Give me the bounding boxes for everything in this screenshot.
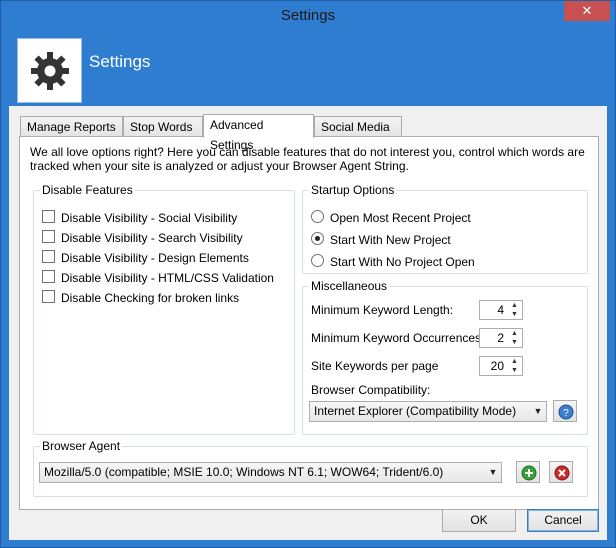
radio-label: Open Most Recent Project	[330, 210, 471, 225]
checkbox-disable-social-visibility[interactable]: Disable Visibility - Social Visibility	[42, 209, 237, 225]
radio-open-most-recent[interactable]: Open Most Recent Project	[311, 209, 471, 225]
site-keywords-per-page-spinner[interactable]: 20 ▲ ▼	[479, 356, 523, 376]
checkbox-label: Disable Visibility - Design Elements	[61, 250, 249, 265]
add-icon	[521, 465, 537, 481]
checkbox-disable-broken-links[interactable]: Disable Checking for broken links	[42, 289, 239, 305]
tab-manage-reports[interactable]: Manage Reports	[20, 116, 123, 136]
checkbox[interactable]	[42, 250, 55, 264]
site-keywords-per-page-label: Site Keywords per page	[311, 359, 439, 373]
browser-agent-legend: Browser Agent	[40, 439, 123, 453]
browser-compat-dropdown[interactable]: Internet Explorer (Compatibility Mode) ▼	[309, 401, 547, 422]
spinner-arrows-icon[interactable]: ▲ ▼	[507, 301, 522, 319]
header-banner: Settings	[9, 32, 607, 106]
min-keyword-occurrences-spinner[interactable]: 2 ▲ ▼	[479, 328, 523, 348]
settings-window: Settings ✕ Settings Manage Reports Stop …	[0, 0, 616, 548]
min-keyword-length-spinner[interactable]: 4 ▲ ▼	[479, 300, 523, 320]
dropdown-value: Mozilla/5.0 (compatible; MSIE 10.0; Wind…	[44, 465, 444, 479]
window-title: Settings	[280, 7, 336, 24]
header-title: Settings	[89, 52, 151, 71]
radio-button[interactable]	[311, 232, 324, 246]
spinner-arrows-icon[interactable]: ▲ ▼	[507, 357, 522, 375]
intro-text: We all love options right? Here you can …	[30, 145, 585, 173]
disable-features-legend: Disable Features	[40, 183, 135, 197]
gear-icon	[31, 52, 69, 90]
startup-options-legend: Startup Options	[309, 183, 397, 197]
radio-label: Start With No Project Open	[330, 254, 475, 269]
startup-options-group: Startup Options Open Most Recent Project…	[302, 183, 588, 274]
checkbox-label: Disable Checking for broken links	[61, 290, 240, 305]
remove-icon	[554, 465, 570, 481]
radio-label: Start With New Project	[330, 232, 451, 247]
spinner-value: 20	[490, 359, 504, 373]
checkbox-label: Disable Visibility - Social Visibility	[61, 210, 238, 225]
radio-start-no-project[interactable]: Start With No Project Open	[311, 253, 475, 269]
advanced-settings-panel: We all love options right? Here you can …	[19, 136, 599, 510]
browser-agent-group: Browser Agent Mozilla/5.0 (compatible; M…	[33, 439, 588, 497]
checkbox-disable-design-elements[interactable]: Disable Visibility - Design Elements	[42, 249, 249, 265]
disable-features-group: Disable Features Disable Visibility - So…	[33, 183, 295, 435]
remove-agent-button[interactable]	[549, 461, 573, 483]
close-button[interactable]: ✕	[564, 1, 610, 21]
tab-advanced-settings[interactable]: Advanced Settings	[203, 114, 314, 152]
chevron-down-icon[interactable]: ▼	[530, 402, 546, 421]
checkbox-label: Disable Visibility - HTML/CSS Validation	[61, 270, 274, 285]
dropdown-value: Internet Explorer (Compatibility Mode)	[314, 404, 517, 418]
radio-button[interactable]	[311, 210, 324, 224]
dialog-body: Manage Reports Stop Words Advanced Setti…	[9, 106, 607, 540]
ok-button[interactable]: OK	[442, 509, 516, 532]
cancel-button[interactable]: Cancel	[527, 509, 599, 532]
tab-stop-words[interactable]: Stop Words	[123, 116, 203, 136]
miscellaneous-legend: Miscellaneous	[309, 279, 390, 293]
miscellaneous-group: Miscellaneous Minimum Keyword Length: 4 ▲…	[302, 279, 588, 435]
add-agent-button[interactable]	[516, 461, 540, 483]
radio-start-new-project[interactable]: Start With New Project	[311, 231, 451, 247]
svg-text:?: ?	[563, 408, 569, 419]
checkbox[interactable]	[42, 210, 55, 224]
spinner-value: 2	[497, 331, 504, 345]
title-bar[interactable]: Settings ✕	[1, 1, 615, 32]
settings-logo	[17, 38, 82, 103]
browser-compat-label: Browser Compatibility:	[311, 383, 431, 397]
radio-button[interactable]	[311, 254, 324, 268]
checkbox[interactable]	[42, 230, 55, 244]
checkbox[interactable]	[42, 290, 55, 304]
checkbox-disable-search-visibility[interactable]: Disable Visibility - Search Visibility	[42, 229, 243, 245]
close-icon: ✕	[581, 3, 593, 18]
min-keyword-occurrences-row: Minimum Keyword Occurrences: 2 ▲ ▼	[311, 328, 523, 348]
site-keywords-per-page-row: Site Keywords per page 20 ▲ ▼	[311, 356, 523, 376]
spinner-arrows-icon[interactable]: ▲ ▼	[507, 329, 522, 347]
help-icon: ?	[558, 404, 574, 420]
tab-social-media[interactable]: Social Media	[314, 116, 402, 136]
checkbox-label: Disable Visibility - Search Visibility	[61, 230, 243, 245]
browser-agent-dropdown[interactable]: Mozilla/5.0 (compatible; MSIE 10.0; Wind…	[39, 462, 502, 483]
min-keyword-length-row: Minimum Keyword Length: 4 ▲ ▼	[311, 300, 523, 320]
help-button[interactable]: ?	[553, 400, 577, 422]
checkbox[interactable]	[42, 270, 55, 284]
min-keyword-occurrences-label: Minimum Keyword Occurrences:	[311, 331, 485, 345]
spinner-value: 4	[497, 303, 504, 317]
checkbox-disable-html-css-validation[interactable]: Disable Visibility - HTML/CSS Validation	[42, 269, 274, 285]
chevron-down-icon[interactable]: ▼	[485, 463, 501, 482]
min-keyword-length-label: Minimum Keyword Length:	[311, 303, 454, 317]
